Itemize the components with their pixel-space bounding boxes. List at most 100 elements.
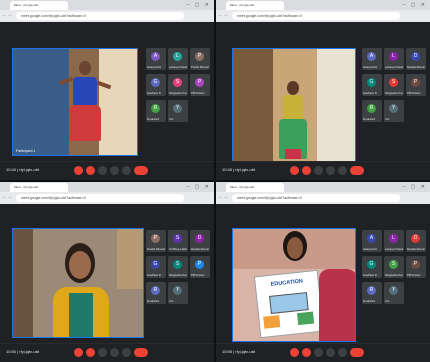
address-bar[interactable]: meet.google.com/rfyi-jqtv-ubt?authuser=0	[16, 194, 184, 202]
captions-icon[interactable]	[314, 348, 323, 357]
nav-arrows-icon[interactable]: ←→	[2, 194, 12, 200]
participant-tile[interactable]: L Lavanya Chandran	[384, 48, 404, 70]
participant-tile[interactable]: A Ananya Dev	[146, 48, 166, 70]
participant-tile[interactable]: A Ananya Dev	[362, 48, 382, 70]
participant-tile[interactable]: L Lavanya Chandran	[168, 48, 188, 70]
end-call-button[interactable]	[134, 348, 148, 357]
participant-name: Lavanya Chandran	[385, 66, 403, 69]
browser-tab[interactable]: Meet - rfyi-jqtv-ubt	[226, 1, 284, 10]
end-call-button[interactable]	[134, 166, 148, 175]
meet-screenshot-1: Meet - rfyi-jqtv-ubt – ▢ ✕ ←→ meet.googl…	[0, 0, 214, 180]
mic-icon[interactable]	[290, 166, 299, 175]
participant-name: Gowtham R	[147, 92, 161, 95]
browser-chrome: Meet - rfyi-jqtv-ubt – ▢ ✕ ←→ meet.googl…	[216, 0, 430, 22]
participant-avatar: P	[411, 260, 420, 269]
camera-icon[interactable]	[302, 348, 311, 357]
window-controls[interactable]: – ▢ ✕	[187, 184, 211, 190]
participant-tile[interactable]: P PRIYA Devi	[406, 74, 426, 96]
participant-avatar: A	[367, 52, 376, 61]
participant-tile[interactable]: Y You	[384, 282, 404, 304]
meeting-time: 10:50 | rfyi-jqtv-ubt	[6, 349, 40, 354]
participant-avatar: R	[367, 104, 376, 113]
participant-tile[interactable]: P PRIYA Devi	[190, 74, 210, 96]
participant-avatar: L	[389, 52, 398, 61]
participant-tile[interactable]: D Deepika Raman	[406, 48, 426, 70]
participant-tile[interactable]: P Preethi Ramesh	[146, 230, 166, 252]
participant-tile[interactable]: Y You	[168, 100, 188, 122]
participant-tile[interactable]: R R.Lakshmi	[146, 100, 166, 122]
participant-tile[interactable]: S Sangeetha Kumar	[384, 256, 404, 278]
participant-avatar: Y	[389, 104, 398, 113]
hand-raise-icon[interactable]	[110, 166, 119, 175]
participant-tile[interactable]: D Deepika Raman	[190, 230, 210, 252]
window-controls[interactable]: – ▢ ✕	[187, 2, 211, 8]
captions-icon[interactable]	[98, 166, 107, 175]
participant-tile[interactable]: G Gowtham R	[146, 74, 166, 96]
participant-tile[interactable]: G Gowtham R	[362, 256, 382, 278]
end-call-button[interactable]	[350, 348, 364, 357]
dancer-head	[79, 61, 91, 75]
camera-icon[interactable]	[302, 166, 311, 175]
window-controls[interactable]: – ▢ ✕	[403, 2, 427, 8]
drawing-caption: EDUCATION	[270, 278, 304, 288]
participant-avatar: G	[151, 260, 160, 269]
mic-icon[interactable]	[74, 166, 83, 175]
participant-name: Preethi Ramesh	[191, 66, 209, 69]
nav-arrows-icon[interactable]: ←→	[218, 12, 228, 18]
participant-tile[interactable]: G Gowtham R	[362, 74, 382, 96]
window-frame	[13, 229, 33, 337]
address-bar[interactable]: meet.google.com/rfyi-jqtv-ubt?authuser=0	[232, 194, 400, 202]
window-controls[interactable]: – ▢ ✕	[403, 184, 427, 190]
nav-arrows-icon[interactable]: ←→	[2, 12, 12, 18]
participant-tile[interactable]: G Gowtham R	[146, 256, 166, 278]
participant-tile[interactable]: L Lavanya Chandran	[384, 230, 404, 252]
meet-stage: Participant 1 A Ananya Dev L Lavanya Chandr…	[0, 22, 214, 162]
camera-icon[interactable]	[86, 166, 95, 175]
address-bar[interactable]: meet.google.com/rfyi-jqtv-ubt?authuser=0	[16, 12, 184, 20]
present-icon[interactable]	[122, 166, 131, 175]
participant-tile[interactable]: S Sangeetha Kumar	[168, 74, 188, 96]
present-icon[interactable]	[338, 348, 347, 357]
browser-tab[interactable]: Meet - rfyi-jqtv-ubt	[226, 183, 284, 192]
participant-avatar: Y	[173, 104, 182, 113]
captions-icon[interactable]	[98, 348, 107, 357]
present-icon[interactable]	[338, 166, 347, 175]
participant-tile[interactable]: Y You	[384, 100, 404, 122]
participant-tile[interactable]: S Sangeetha Kumar	[384, 74, 404, 96]
meet-screenshot-3: Meet - rfyi-jqtv-ubt – ▢ ✕ ←→ meet.googl…	[0, 182, 214, 362]
main-video: EDUCATION	[232, 228, 356, 342]
participant-tile[interactable]: D Deepika Raman	[406, 230, 426, 252]
nav-arrows-icon[interactable]: ←→	[218, 194, 228, 200]
participant-tile[interactable]: S Sangeetha Kumar	[168, 256, 188, 278]
meet-stage: A Ananya Dev L Lavanya Chandran D Deepika Ram…	[216, 22, 430, 162]
participant-tile[interactable]: P PRIYA Devi	[190, 256, 210, 278]
dancer-head	[287, 81, 299, 95]
mic-icon[interactable]	[290, 348, 299, 357]
hand-raise-icon[interactable]	[326, 166, 335, 175]
participant-tile[interactable]: S S.Vidhya Lakshmi	[168, 230, 188, 252]
browser-tab[interactable]: Meet - rfyi-jqtv-ubt	[10, 1, 68, 10]
participant-tile[interactable]: A Ananya Dev	[362, 230, 382, 252]
participant-avatar: D	[411, 52, 420, 61]
captions-icon[interactable]	[314, 166, 323, 175]
participant-name: R.Lakshmi	[147, 118, 160, 121]
end-call-button[interactable]	[350, 166, 364, 175]
meet-collage: Meet - rfyi-jqtv-ubt – ▢ ✕ ←→ meet.googl…	[0, 0, 430, 362]
participant-name: You	[169, 118, 174, 121]
participant-tile[interactable]: R R.Lakshmi	[362, 282, 382, 304]
participant-avatar: G	[367, 78, 376, 87]
browser-tab[interactable]: Meet - rfyi-jqtv-ubt	[10, 183, 68, 192]
camera-icon[interactable]	[86, 348, 95, 357]
address-bar[interactable]: meet.google.com/rfyi-jqtv-ubt?authuser=0	[232, 12, 400, 20]
participant-tile[interactable]: P Preethi Ramesh	[190, 48, 210, 70]
teacher-face	[69, 251, 91, 279]
mic-icon[interactable]	[74, 348, 83, 357]
hand-raise-icon[interactable]	[110, 348, 119, 357]
present-icon[interactable]	[122, 348, 131, 357]
participant-tile[interactable]: P PRIYA Devi	[406, 256, 426, 278]
participant-tile[interactable]: R R.Lakshmi	[362, 100, 382, 122]
hand-raise-icon[interactable]	[326, 348, 335, 357]
participant-tile[interactable]: Y You	[168, 282, 188, 304]
door	[99, 49, 137, 155]
participant-tile[interactable]: R R.Lakshmi	[146, 282, 166, 304]
